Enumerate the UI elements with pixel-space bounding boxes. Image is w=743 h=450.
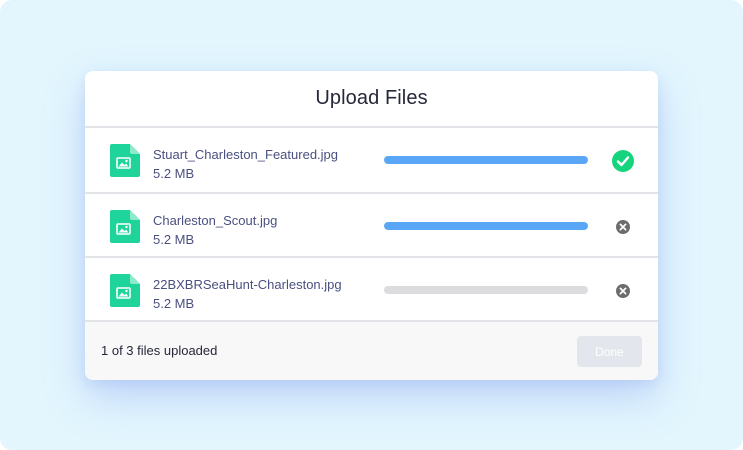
image-file-icon [110, 144, 140, 177]
dialog-footer: 1 of 3 files uploaded Done [85, 322, 658, 380]
file-list: Stuart_Charleston_Featured.jpg 5.2 MB Char… [85, 128, 658, 322]
file-row: 22BXBRSeaHunt-Charleston.jpg 5.2 MB [85, 258, 658, 322]
remove-circle-icon[interactable] [611, 215, 635, 239]
file-size: 5.2 MB [153, 296, 195, 311]
upload-progress-bar [384, 222, 588, 230]
file-name: Charleston_Scout.jpg [153, 213, 278, 228]
file-meta: 22BXBRSeaHunt-Charleston.jpg 5.2 MB [153, 276, 342, 312]
upload-progress-fill [384, 222, 588, 230]
dialog-header: Upload Files [85, 71, 658, 128]
dialog-title: Upload Files [315, 87, 428, 109]
file-size: 5.2 MB [153, 166, 195, 181]
file-meta: Stuart_Charleston_Featured.jpg 5.2 MB [153, 146, 338, 182]
upload-progress-fill [384, 156, 588, 164]
file-row: Stuart_Charleston_Featured.jpg 5.2 MB [85, 128, 658, 194]
check-circle-icon [611, 149, 635, 173]
image-file-icon [110, 274, 140, 307]
upload-status-text: 1 of 3 files uploaded [101, 343, 218, 358]
file-size: 5.2 MB [153, 232, 195, 247]
file-meta: Charleston_Scout.jpg 5.2 MB [153, 212, 277, 248]
file-row: Charleston_Scout.jpg 5.2 MB [85, 194, 658, 258]
upload-progress-bar [384, 156, 588, 164]
upload-files-dialog: Upload Files Stuart_Charleston_Featured.… [85, 71, 658, 380]
remove-circle-icon[interactable] [611, 279, 635, 303]
done-button[interactable]: Done [577, 336, 642, 367]
image-file-icon [110, 210, 140, 243]
file-name: 22BXBRSeaHunt-Charleston.jpg [153, 277, 342, 292]
file-name: Stuart_Charleston_Featured.jpg [153, 147, 339, 162]
upload-progress-bar [384, 286, 588, 294]
